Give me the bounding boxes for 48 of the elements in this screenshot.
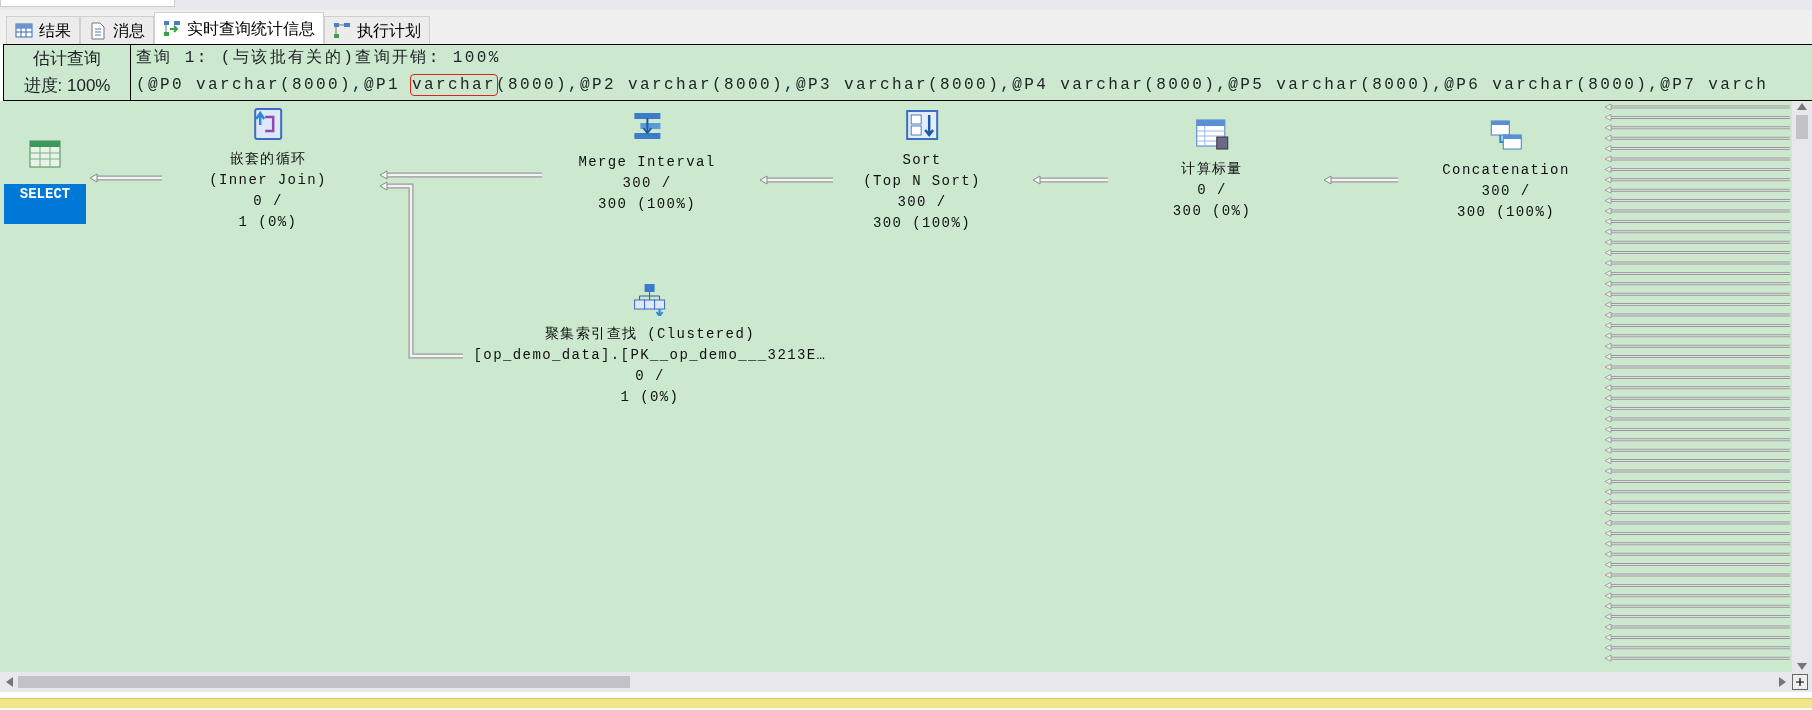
node-label: 计算标量	[1181, 160, 1243, 179]
hierarchy-icon[interactable]	[633, 282, 667, 316]
plan-icon	[333, 21, 351, 40]
loop-icon[interactable]	[251, 107, 285, 141]
result-tab[interactable]: 结果	[6, 16, 80, 44]
node-label: [op_demo_data].[PK__op_demo___3213E…	[473, 346, 827, 365]
document-icon	[89, 21, 107, 40]
query-title: 查询 1: (与该批有关的)查询开销: 100%	[136, 47, 502, 69]
node-label: 300 /	[1481, 182, 1531, 201]
parameter-text: (@P0 varchar(8000),@P1	[136, 76, 402, 94]
node-label: 1 (0%)	[620, 388, 680, 407]
node-label: (Top N Sort)	[863, 172, 981, 191]
node-label: 1 (0%)	[238, 213, 298, 232]
scroll-left-icon[interactable]	[4, 676, 14, 688]
node-label: 300 (0%)	[1172, 202, 1252, 221]
result-tab[interactable]: 实时查询统计信息	[154, 12, 324, 44]
node-label: 300 (100%)	[1457, 203, 1555, 222]
progress-title: 估计查询	[33, 48, 101, 70]
result-tab[interactable]: 执行计划	[324, 16, 430, 44]
tables-icon[interactable]	[1489, 118, 1523, 152]
node-label: 0 /	[253, 192, 283, 211]
result-tab[interactable]: 消息	[80, 16, 154, 44]
grid-icon	[15, 21, 33, 40]
node-label: SELECT	[4, 184, 86, 224]
node-label: 300 (100%)	[873, 214, 971, 233]
node-label: 0 /	[635, 367, 665, 386]
node-label: Merge Interval	[578, 153, 716, 172]
parameter-text: (8000),@P2 varchar(8000),@P3 varchar(8000),@P4 varchar(8000),@P5 varchar(8000),@P6 varchar(8000),@P7 varch	[496, 76, 1769, 94]
horizontal-scrollbar[interactable]	[0, 672, 1812, 692]
node-label: 300 (100%)	[598, 195, 696, 214]
node-label: 300 /	[622, 174, 672, 193]
calculator-table-icon[interactable]	[1195, 117, 1229, 151]
scroll-right-icon[interactable]	[1778, 676, 1788, 688]
node-label: 300 /	[897, 193, 947, 212]
zoom-plus-icon[interactable]	[1792, 674, 1808, 690]
node-label: Sort	[902, 151, 942, 170]
node-label: Concatenation	[1442, 161, 1570, 180]
scroll-thumb[interactable]	[1796, 114, 1808, 139]
progress-value: 进度: 100%	[23, 75, 111, 97]
node-label: (Inner Join)	[209, 171, 327, 190]
scroll-thumb[interactable]	[18, 676, 630, 688]
highlighted-text: varchar	[412, 76, 497, 94]
node-label: 0 /	[1197, 181, 1227, 200]
node-label: 嵌套的循环	[229, 150, 307, 169]
sort-icon[interactable]	[905, 108, 939, 142]
node-label: 聚集索引查找 (Clustered)	[545, 325, 755, 344]
vertical-scrollbar[interactable]	[1792, 101, 1812, 672]
stats-icon	[163, 19, 181, 38]
